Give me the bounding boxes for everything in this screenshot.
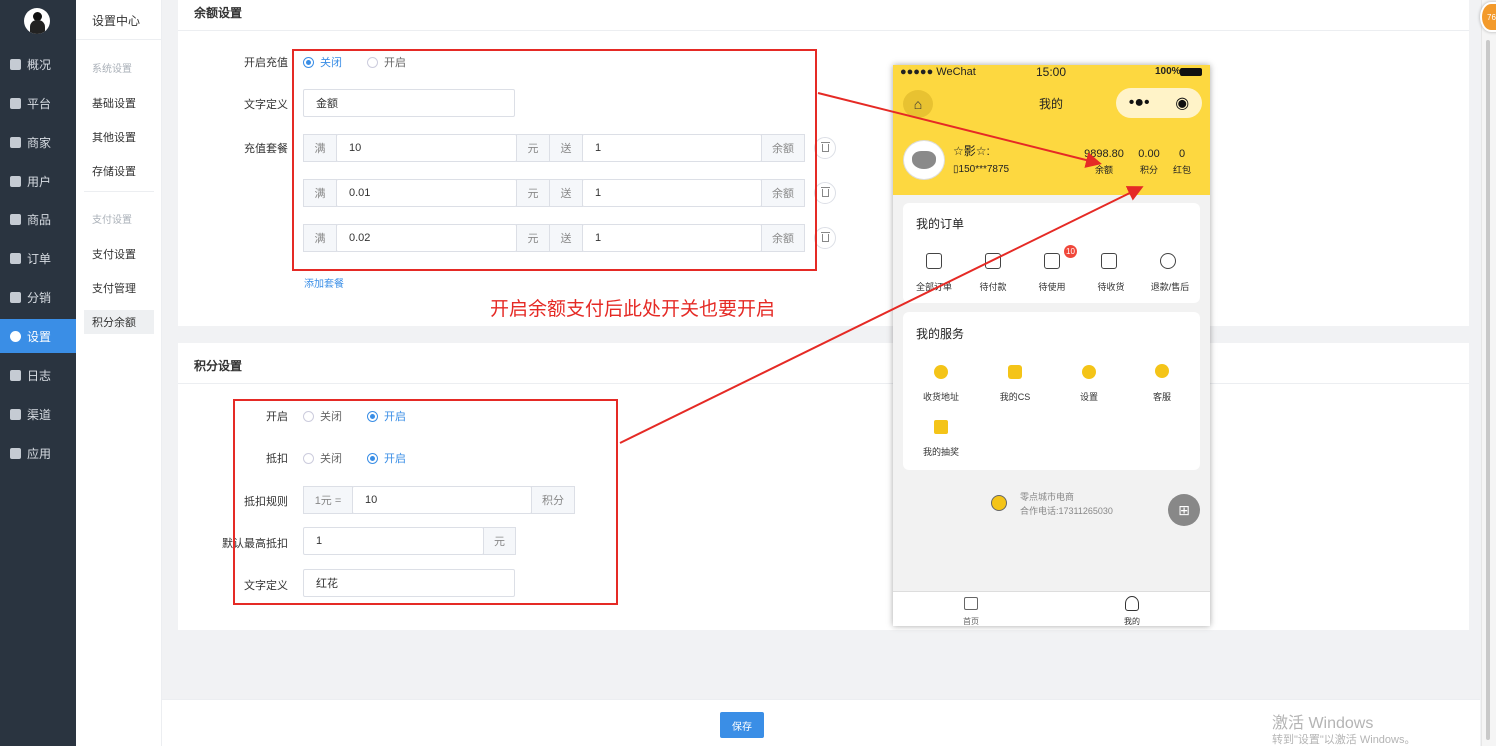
- arrow-to-points: [619, 186, 1144, 444]
- activation-watermark-subtitle: 转到"设置"以激活 Windows。: [1272, 734, 1416, 746]
- arrow-to-balance: [817, 92, 1102, 168]
- annotation-arrows: [619, 92, 1144, 444]
- activation-watermark-title: 激活 Windows: [1272, 715, 1374, 732]
